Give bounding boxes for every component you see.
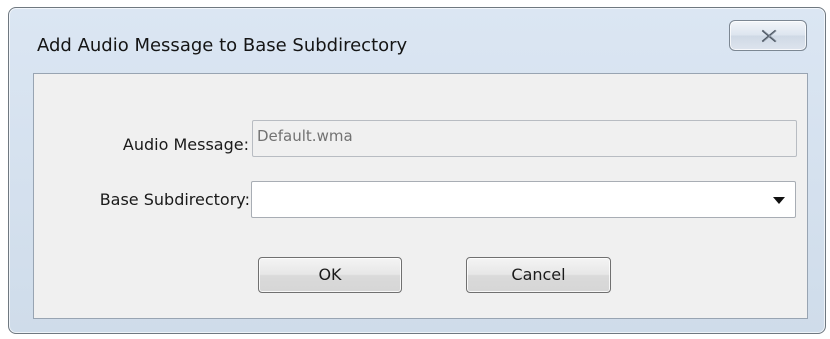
base-subdirectory-label: Base Subdirectory: <box>99 190 250 209</box>
cancel-button[interactable]: Cancel <box>466 257 611 293</box>
add-audio-message-dialog: Add Audio Message to Base Subdirectory A… <box>8 7 826 334</box>
close-x-icon <box>761 29 777 43</box>
audio-message-value: Default.wma <box>257 127 353 145</box>
chevron-down-icon[interactable] <box>773 197 785 204</box>
audio-message-field: Default.wma <box>252 120 797 157</box>
close-button[interactable] <box>729 20 807 51</box>
base-subdirectory-dropdown[interactable] <box>251 181 796 218</box>
ok-button[interactable]: OK <box>258 257 402 293</box>
dialog-titlebar[interactable]: Add Audio Message to Base Subdirectory <box>9 8 825 71</box>
dialog-title: Add Audio Message to Base Subdirectory <box>37 35 408 56</box>
dialog-content: Audio Message: Default.wma Base Subdirec… <box>33 73 808 319</box>
audio-message-label: Audio Message: <box>122 135 249 154</box>
